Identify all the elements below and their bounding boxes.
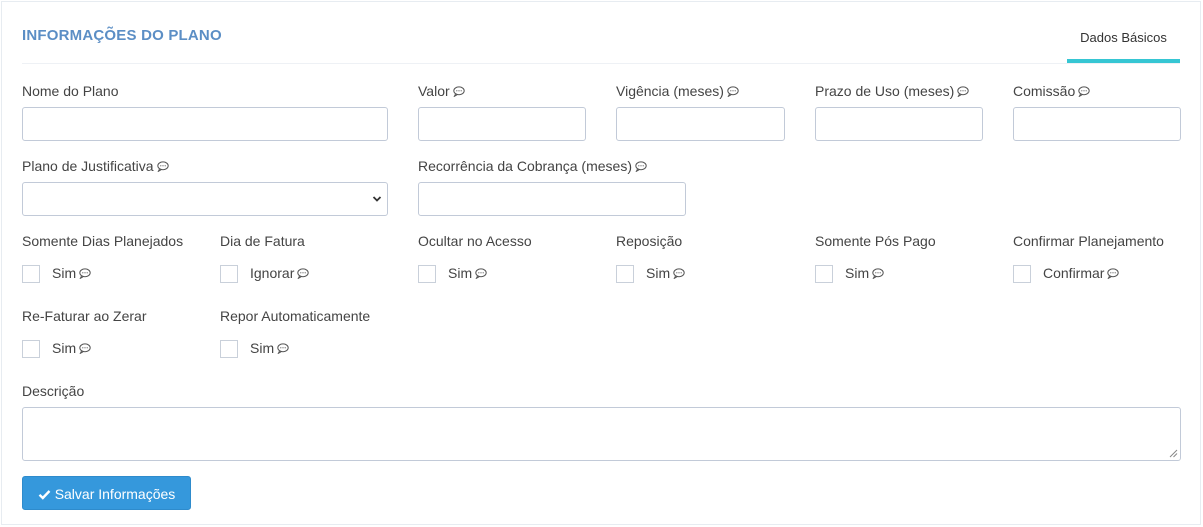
chat-bubble-icon <box>1107 268 1120 279</box>
chat-bubble-icon <box>79 268 91 279</box>
chat-bubble-icon <box>297 268 310 279</box>
reposicao-option: Sim <box>646 265 685 281</box>
recorrencia-label: Recorrência da Cobrança (meses) <box>418 158 647 174</box>
reposicao-label: Reposição <box>616 233 683 249</box>
comissao-label: Comissão <box>1013 83 1090 99</box>
valor-input[interactable] <box>418 107 586 141</box>
somente-pos-pago-option: Sim <box>845 265 884 281</box>
descricao-label: Descrição <box>22 383 85 399</box>
comissao-input[interactable] <box>1013 107 1181 141</box>
somente-pos-pago-label: Somente Pós Pago <box>815 233 936 249</box>
chat-bubble-icon <box>635 161 647 172</box>
dia-de-fatura-option: Ignorar <box>250 265 310 281</box>
save-button-label: Salvar Informações <box>54 486 176 502</box>
dia-de-fatura-label: Dia de Fatura <box>220 233 305 249</box>
check-icon <box>38 489 51 500</box>
save-button[interactable]: Salvar Informações <box>22 476 191 510</box>
valor-label: Valor <box>418 83 465 99</box>
somente-pos-pago-checkbox[interactable] <box>815 265 833 283</box>
chat-bubble-icon <box>277 343 289 354</box>
panel-title: INFORMAÇÕES DO PLANO <box>22 27 222 44</box>
chat-bubble-icon <box>872 268 884 279</box>
ocultar-no-acesso-label: Ocultar no Acesso <box>418 233 532 249</box>
panel-header: INFORMAÇÕES DO PLANO Dados Básicos <box>22 2 1180 64</box>
confirmar-planejamento-label: Confirmar Planejamento <box>1013 233 1164 249</box>
somente-dias-planejados-label: Somente Dias Planejados <box>22 233 184 249</box>
plano-de-justificativa-select[interactable] <box>22 182 388 216</box>
somente-dias-planejados-checkbox[interactable] <box>22 265 40 283</box>
repor-automaticamente-label: Repor Automaticamente <box>220 308 371 324</box>
re-faturar-ao-zerar-label: Re-Faturar ao Zerar <box>22 308 147 324</box>
vigencia-label: Vigência (meses) <box>616 83 739 99</box>
plano-de-justificativa-label: Plano de Justificativa <box>22 158 169 174</box>
nome-do-plano-input[interactable] <box>22 107 388 141</box>
tab-dados-basicos[interactable]: Dados Básicos <box>1067 25 1180 63</box>
dia-de-fatura-checkbox[interactable] <box>220 265 238 283</box>
chat-bubble-icon <box>727 86 739 97</box>
confirmar-planejamento-checkbox[interactable] <box>1013 265 1031 283</box>
chat-bubble-icon <box>79 343 91 354</box>
chat-bubble-icon <box>957 86 969 97</box>
chat-bubble-icon <box>673 268 685 279</box>
confirmar-planejamento-option: Confirmar <box>1043 265 1120 281</box>
vigencia-input[interactable] <box>616 107 785 141</box>
reposicao-checkbox[interactable] <box>616 265 634 283</box>
re-faturar-ao-zerar-checkbox[interactable] <box>22 340 40 358</box>
chat-bubble-icon <box>1078 86 1090 97</box>
prazo-de-uso-input[interactable] <box>815 107 983 141</box>
somente-dias-planejados-option: Sim <box>52 265 91 281</box>
chat-bubble-icon <box>475 268 487 279</box>
chevron-down-icon <box>372 196 382 202</box>
repor-automaticamente-checkbox[interactable] <box>220 340 238 358</box>
repor-automaticamente-option: Sim <box>250 340 289 356</box>
ocultar-no-acesso-option: Sim <box>448 265 487 281</box>
chat-bubble-icon <box>452 86 465 97</box>
chat-bubble-icon <box>156 161 169 172</box>
recorrencia-input[interactable] <box>418 182 686 216</box>
re-faturar-ao-zerar-option: Sim <box>52 340 91 356</box>
descricao-textarea[interactable] <box>22 407 1181 461</box>
ocultar-no-acesso-checkbox[interactable] <box>418 265 436 283</box>
prazo-de-uso-label: Prazo de Uso (meses) <box>815 83 969 99</box>
resize-grip-icon[interactable] <box>1169 449 1178 458</box>
nome-do-plano-label: Nome do Plano <box>22 83 119 99</box>
